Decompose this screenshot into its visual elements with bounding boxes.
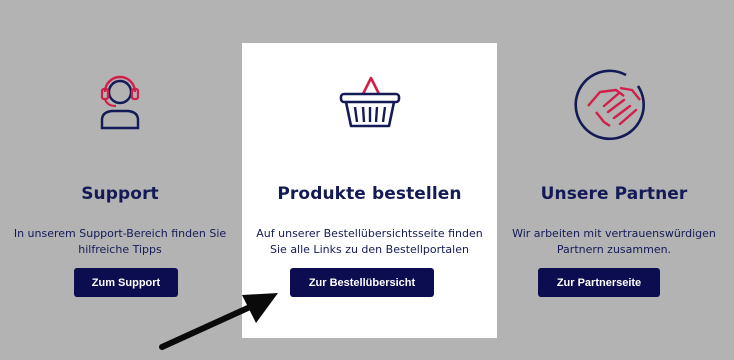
support-desc-line-2: hilfreiche Tipps — [78, 243, 162, 256]
partner-desc-line-2: Partnern zusammen. — [556, 243, 672, 256]
partner-desc-line-1: Wir arbeiten mit vertrauenswürdigen — [512, 227, 716, 240]
partner-description: Wir arbeiten mit vertrauenswürdigen Part… — [494, 226, 734, 258]
order-desc-line-1: Auf unserer Bestellübersichtsseite finde… — [256, 227, 483, 240]
order-desc-line-2: Sie alle Links zu den Bestellportalen — [270, 243, 469, 256]
partner-button[interactable]: Zur Partnerseite — [538, 268, 660, 297]
support-title: Support — [81, 184, 159, 204]
support-desc-line-1: In unserem Support-Bereich finden Sie — [13, 227, 227, 240]
support-description: In unserem Support-Bereich finden Sie hi… — [0, 226, 240, 258]
headset-support-icon — [0, 70, 240, 134]
order-overview-button[interactable]: Zur Bestellübersicht — [290, 268, 434, 297]
shopping-basket-icon — [242, 74, 497, 138]
handshake-icon — [494, 66, 734, 141]
order-description: Auf unserer Bestellübersichtsseite finde… — [242, 226, 497, 258]
order-title: Produkte bestellen — [277, 184, 462, 204]
pointer-arrow-icon — [159, 293, 278, 350]
partner-title: Unsere Partner — [540, 184, 688, 204]
